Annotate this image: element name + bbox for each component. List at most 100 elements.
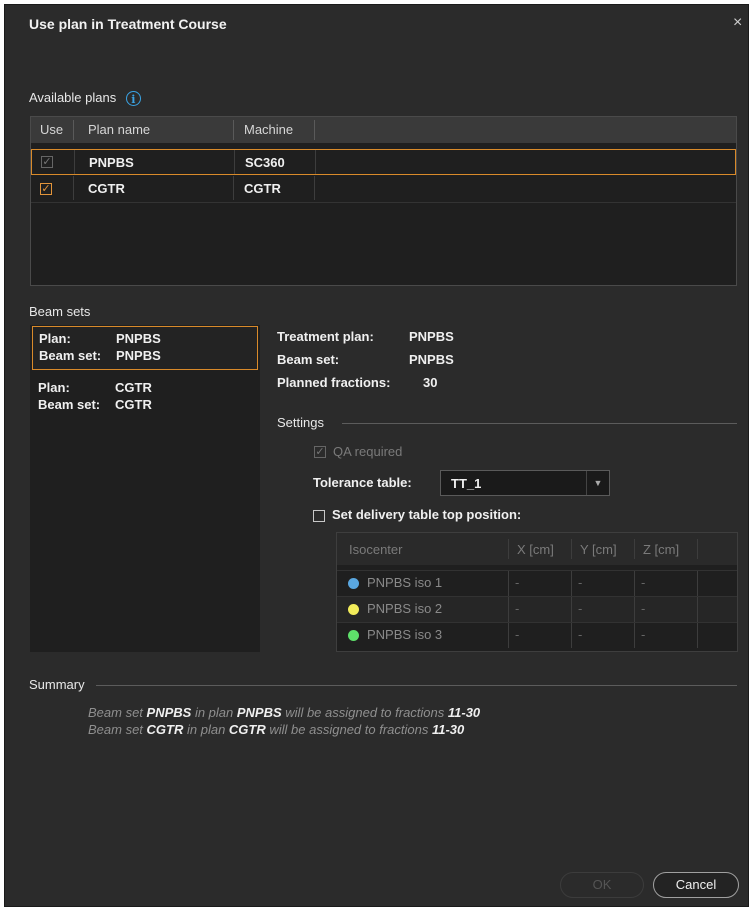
- tolerance-table-value: TT_1: [451, 476, 482, 491]
- summary-line: Beam set PNPBS in plan PNPBS will be ass…: [88, 705, 480, 720]
- planned-fractions-label: Planned fractions:: [277, 375, 391, 390]
- table-row: PNPBS iso 3 - - -: [337, 622, 737, 648]
- y-value: -: [578, 601, 583, 616]
- table-row: PNPBS iso 2 - - -: [337, 596, 737, 622]
- use-checkbox[interactable]: ✓: [40, 183, 52, 195]
- cell-divider: [634, 623, 635, 648]
- qa-required-checkbox: ✓: [314, 446, 326, 458]
- isocenter-color-dot: [348, 630, 359, 641]
- beam-set-key: Beam set:: [38, 397, 101, 412]
- plan-key: Plan:: [38, 380, 70, 395]
- beam-item-beam-set: Beam set: CGTR: [38, 396, 258, 413]
- cell-divider: [634, 571, 635, 596]
- summary-text: in plan: [191, 705, 237, 720]
- summary-text: in plan: [183, 722, 229, 737]
- column-divider[interactable]: [314, 120, 315, 140]
- summary-fractions: 11-30: [431, 722, 465, 737]
- machine-cell: SC360: [245, 155, 285, 170]
- column-header-machine[interactable]: Machine: [244, 117, 293, 143]
- set-delivery-label: Set delivery table top position:: [332, 507, 522, 522]
- info-icon[interactable]: i: [125, 91, 141, 107]
- machine-cell: CGTR: [244, 181, 281, 196]
- column-header-use[interactable]: Use: [40, 117, 63, 143]
- treatment-plan-label: Treatment plan:: [277, 329, 374, 344]
- close-icon[interactable]: ×: [733, 14, 742, 32]
- beam-set-value: CGTR: [115, 397, 152, 412]
- x-value: -: [515, 601, 520, 616]
- settings-label: Settings: [277, 415, 324, 430]
- x-value: -: [515, 627, 520, 642]
- column-divider[interactable]: [73, 120, 74, 140]
- column-header-z: Z [cm]: [643, 542, 680, 557]
- plan-name-cell: PNPBS: [89, 155, 134, 170]
- y-value: -: [578, 575, 583, 590]
- cell-divider: [571, 623, 572, 648]
- isocenter-name: PNPBS iso 1: [367, 575, 443, 590]
- beam-set-key: Beam set:: [39, 348, 102, 363]
- table-row[interactable]: ✓ PNPBS SC360: [31, 149, 736, 175]
- isocenter-color-dot: [348, 604, 359, 615]
- summary-divider: [96, 685, 737, 686]
- summary-text: Beam set: [88, 722, 147, 737]
- isocenter-table-header: Isocenter X [cm] Y [cm] Z [cm]: [337, 533, 737, 565]
- plans-table-header: Use Plan name Machine: [31, 117, 736, 143]
- table-row[interactable]: ✓ CGTR CGTR: [31, 176, 736, 203]
- beam-item-plan: Plan: CGTR: [38, 379, 258, 396]
- column-header-plan-name[interactable]: Plan name: [88, 117, 150, 143]
- ok-button[interactable]: OK: [560, 872, 644, 898]
- use-checkbox: ✓: [41, 156, 53, 168]
- column-header-x: X [cm]: [517, 542, 554, 557]
- summary-label: Summary: [29, 677, 85, 692]
- cell-divider: [315, 150, 316, 174]
- beam-item-beam-set: Beam set: PNPBS: [39, 347, 257, 364]
- y-value: -: [578, 627, 583, 642]
- treatment-plan-value: PNPBS: [409, 329, 454, 344]
- plan-key: Plan:: [39, 331, 71, 346]
- cancel-button[interactable]: Cancel: [653, 872, 739, 898]
- available-plans-table: Use Plan name Machine ✓ PNPBS SC360 ✓ CG…: [30, 116, 737, 286]
- cell-divider: [697, 623, 698, 648]
- summary-text: will be assigned to fractions: [281, 705, 448, 720]
- column-header-y: Y [cm]: [580, 542, 617, 557]
- list-item[interactable]: Plan: PNPBS Beam set: PNPBS: [32, 326, 258, 370]
- tolerance-table-label: Tolerance table:: [313, 475, 412, 490]
- planned-fractions-value: 30: [423, 375, 438, 390]
- z-value: -: [641, 627, 646, 642]
- column-header-isocenter: Isocenter: [349, 542, 403, 557]
- cell-divider: [697, 571, 698, 596]
- isocenter-table: Isocenter X [cm] Y [cm] Z [cm] PNPBS iso…: [336, 532, 738, 652]
- cell-divider: [508, 571, 509, 596]
- cell-divider: [571, 597, 572, 622]
- summary-plan: CGTR: [228, 722, 266, 737]
- summary-beam-set: PNPBS: [146, 705, 192, 720]
- cell-divider: [508, 623, 509, 648]
- x-value: -: [515, 575, 520, 590]
- plan-value: CGTR: [115, 380, 152, 395]
- set-delivery-checkbox[interactable]: [313, 510, 325, 522]
- summary-text: Beam set: [88, 705, 147, 720]
- summary-beam-set: CGTR: [146, 722, 184, 737]
- column-divider[interactable]: [233, 120, 234, 140]
- summary-fractions: 11-30: [447, 705, 481, 720]
- z-value: -: [641, 601, 646, 616]
- cell-divider: [314, 176, 315, 200]
- plan-name-cell: CGTR: [88, 181, 125, 196]
- summary-line: Beam set CGTR in plan CGTR will be assig…: [88, 722, 464, 737]
- column-divider: [697, 539, 698, 559]
- tolerance-table-select[interactable]: TT_1 ▼: [440, 470, 610, 496]
- cell-divider: [697, 597, 698, 622]
- list-item[interactable]: Plan: CGTR Beam set: CGTR: [32, 376, 258, 420]
- column-divider: [571, 539, 572, 559]
- isocenter-color-dot: [348, 578, 359, 589]
- cell-divider: [74, 150, 75, 174]
- plan-value: PNPBS: [116, 331, 161, 346]
- beam-sets-list: Plan: PNPBS Beam set: PNPBS Plan: CGTR Beam…: [30, 325, 260, 652]
- cell-divider: [634, 597, 635, 622]
- table-row: PNPBS iso 1 - - -: [337, 570, 737, 596]
- z-value: -: [641, 575, 646, 590]
- settings-divider: [342, 423, 737, 424]
- cell-divider: [233, 176, 234, 200]
- isocenter-name: PNPBS iso 3: [367, 627, 443, 642]
- beam-item-plan: Plan: PNPBS: [39, 330, 257, 347]
- chevron-down-icon[interactable]: ▼: [586, 471, 609, 495]
